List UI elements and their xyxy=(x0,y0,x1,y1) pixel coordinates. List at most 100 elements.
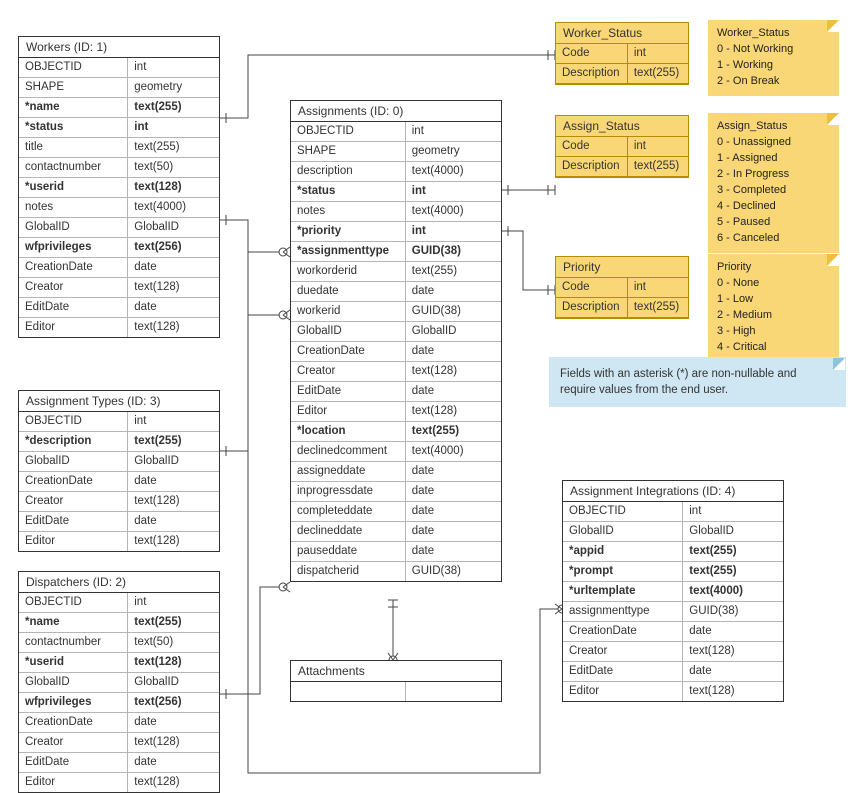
field-name: Creator xyxy=(19,733,128,752)
field-name: EditDate xyxy=(19,753,128,772)
lookup-title: Worker_Status xyxy=(556,23,688,44)
field-name: Description xyxy=(556,157,628,176)
field-name: wfprivileges xyxy=(19,238,128,257)
field-type: int xyxy=(128,412,219,431)
field-name: contactnumber xyxy=(19,633,128,652)
lookup-body: CodeintDescriptiontext(255) xyxy=(556,278,688,318)
field-name: *priority xyxy=(291,222,406,241)
field-name: description xyxy=(291,162,406,181)
field-type: text(128) xyxy=(683,682,783,701)
entity-body: OBJECTIDintSHAPEgeometrydescriptiontext(… xyxy=(291,122,501,581)
field-name: *status xyxy=(291,182,406,201)
field-type: date xyxy=(406,382,501,401)
field-type: GUID(38) xyxy=(406,562,501,581)
field-name: GlobalID xyxy=(19,218,128,237)
field-type: int xyxy=(128,118,219,137)
field-type: text(255) xyxy=(683,542,783,561)
field-type: text(255) xyxy=(628,64,688,83)
field-name: contactnumber xyxy=(19,158,128,177)
field-row: *nametext(255) xyxy=(19,98,219,118)
field-name: GlobalID xyxy=(563,522,683,541)
field-row: CreationDatedate xyxy=(19,713,219,733)
field-name: *status xyxy=(19,118,128,137)
field-name: OBJECTID xyxy=(19,593,128,612)
field-type: text(255) xyxy=(683,562,783,581)
field-type: text(255) xyxy=(128,98,219,117)
field-name: Editor xyxy=(563,682,683,701)
field-type: GUID(38) xyxy=(406,242,501,261)
field-row: Creatortext(128) xyxy=(19,278,219,298)
field-name: OBJECTID xyxy=(19,58,128,77)
field-type: GlobalID xyxy=(683,522,783,541)
field-type: date xyxy=(406,502,501,521)
entity-assignments: Assignments (ID: 0) OBJECTIDintSHAPEgeom… xyxy=(290,100,502,582)
field-type: int xyxy=(128,58,219,77)
field-type: geometry xyxy=(406,142,501,161)
field-name: notes xyxy=(19,198,128,217)
field-row: GlobalIDGlobalID xyxy=(19,218,219,238)
field-row: *priorityint xyxy=(291,222,501,242)
field-row: CreationDatedate xyxy=(19,258,219,278)
lookup-title: Assign_Status xyxy=(556,116,688,137)
field-name: Creator xyxy=(19,278,128,297)
field-row: *statusint xyxy=(291,182,501,202)
field-row: CreationDatedate xyxy=(291,342,501,362)
field-type: text(255) xyxy=(128,613,219,632)
field-name: inprogressdate xyxy=(291,482,406,501)
hint-required-fields: Fields with an asterisk (*) are non-null… xyxy=(549,357,846,407)
field-name: EditDate xyxy=(19,512,128,531)
field-name: notes xyxy=(291,202,406,221)
note-assign-status: Assign_Status 0 - Unassigned 1 - Assigne… xyxy=(708,113,839,253)
field-type: text(50) xyxy=(128,158,219,177)
field-type: GlobalID xyxy=(128,673,219,692)
field-type: text(128) xyxy=(128,733,219,752)
field-name: assigneddate xyxy=(291,462,406,481)
field-row: assigneddatedate xyxy=(291,462,501,482)
lookup-worker-status: Worker_Status CodeintDescriptiontext(255… xyxy=(555,22,689,85)
field-type: int xyxy=(128,593,219,612)
field-name: Editor xyxy=(291,402,406,421)
field-row: notestext(4000) xyxy=(291,202,501,222)
field-name: Creator xyxy=(19,492,128,511)
field-row: GlobalIDGlobalID xyxy=(291,322,501,342)
field-name: EditDate xyxy=(563,662,683,681)
field-row: Descriptiontext(255) xyxy=(556,298,688,318)
field-type xyxy=(406,682,501,701)
lookup-body: CodeintDescriptiontext(255) xyxy=(556,44,688,84)
field-row: *statusint xyxy=(19,118,219,138)
field-name: wfprivileges xyxy=(19,693,128,712)
entity-attachments: Attachments xyxy=(290,660,502,702)
field-name: *userid xyxy=(19,653,128,672)
field-name: completeddate xyxy=(291,502,406,521)
field-type: text(255) xyxy=(628,298,688,317)
note-priority: Priority 0 - None 1 - Low 2 - Medium 3 -… xyxy=(708,254,839,362)
field-type: text(256) xyxy=(128,693,219,712)
field-name xyxy=(291,682,406,701)
field-type: date xyxy=(683,622,783,641)
field-name: title xyxy=(19,138,128,157)
lookup-priority: Priority CodeintDescriptiontext(255) xyxy=(555,256,689,319)
field-row: assignmenttypeGUID(38) xyxy=(563,602,783,622)
field-row: *nametext(255) xyxy=(19,613,219,633)
field-row: EditDatedate xyxy=(19,753,219,773)
field-type: int xyxy=(406,122,501,141)
field-type: date xyxy=(128,753,219,772)
entity-title: Workers (ID: 1) xyxy=(19,37,219,58)
field-type: text(128) xyxy=(128,278,219,297)
field-name: SHAPE xyxy=(291,142,406,161)
field-type: date xyxy=(128,472,219,491)
field-row: Editortext(128) xyxy=(563,682,783,701)
field-name: CreationDate xyxy=(19,472,128,491)
field-type: int xyxy=(406,222,501,241)
field-type: date xyxy=(128,713,219,732)
field-row: contactnumbertext(50) xyxy=(19,633,219,653)
field-name: OBJECTID xyxy=(19,412,128,431)
entity-title: Attachments xyxy=(291,661,501,682)
field-name: duedate xyxy=(291,282,406,301)
field-row: *locationtext(255) xyxy=(291,422,501,442)
field-name: CreationDate xyxy=(291,342,406,361)
field-name: Creator xyxy=(563,642,683,661)
field-name: CreationDate xyxy=(19,713,128,732)
entity-body: OBJECTIDintSHAPEgeometry*nametext(255)*s… xyxy=(19,58,219,337)
field-row: duedatedate xyxy=(291,282,501,302)
